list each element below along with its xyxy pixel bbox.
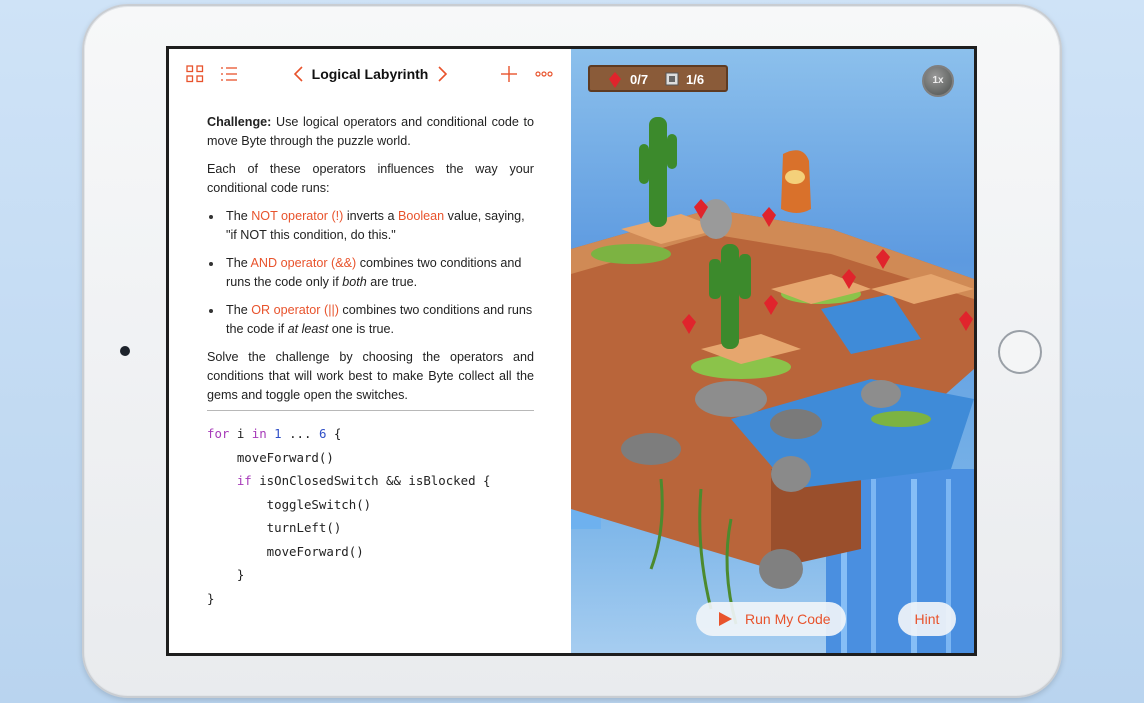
play-icon xyxy=(719,612,732,626)
instructions-pane: Logical Labyrinth Challenge: Use logical… xyxy=(169,49,571,653)
or-operator-link[interactable]: OR operator (||) xyxy=(251,303,339,317)
code-line[interactable]: moveForward() xyxy=(207,544,547,568)
code-line[interactable]: if isOnClosedSwitch && isBlocked { xyxy=(207,473,547,497)
code-line[interactable]: } xyxy=(207,591,547,615)
plus-icon[interactable] xyxy=(500,65,518,83)
not-operator-link[interactable]: NOT operator (!) xyxy=(251,209,343,223)
list-item: The AND operator (&&) combines two condi… xyxy=(207,254,534,292)
switch-count: 1/6 xyxy=(686,72,705,87)
code-line[interactable]: toggleSwitch() xyxy=(207,497,547,521)
gem-icon xyxy=(609,72,621,88)
gem-count: 0/7 xyxy=(630,72,649,87)
challenge-label: Challenge: xyxy=(207,115,272,129)
code-line[interactable]: moveForward() xyxy=(207,450,547,474)
code-editor[interactable]: for i in 1 ... 6 { moveForward() if isOn… xyxy=(207,426,547,614)
divider xyxy=(207,410,534,411)
more-icon[interactable] xyxy=(535,65,553,83)
home-button[interactable] xyxy=(998,330,1042,374)
list-item: The OR operator (||) combines two condit… xyxy=(207,301,534,339)
instructions-text: Challenge: Use logical operators and con… xyxy=(207,113,534,414)
and-operator-link[interactable]: AND operator (&&) xyxy=(251,256,357,270)
nav-bar: Logical Labyrinth xyxy=(169,49,571,99)
code-line[interactable]: for i in 1 ... 6 { xyxy=(207,426,547,450)
solve-paragraph: Solve the challenge by choosing the oper… xyxy=(207,350,534,402)
run-label: Run My Code xyxy=(745,611,831,627)
intro-paragraph: Each of these operators influences the w… xyxy=(207,162,534,195)
score-bar: 0/7 1/6 xyxy=(588,65,728,92)
code-line[interactable]: turnLeft() xyxy=(207,520,547,544)
challenge-paragraph: Challenge: Use logical operators and con… xyxy=(207,113,534,151)
code-line[interactable]: } xyxy=(207,567,547,591)
screen: Logical Labyrinth Challenge: Use logical… xyxy=(166,46,977,656)
chevron-right-icon[interactable] xyxy=(433,65,451,83)
switch-icon xyxy=(665,72,679,86)
run-my-code-button[interactable]: Run My Code xyxy=(696,602,846,636)
camera xyxy=(120,346,130,356)
puzzle-world-view[interactable]: 0/7 1/6 1x Run My Code Hint xyxy=(571,49,974,653)
operator-list: The NOT operator (!) inverts a Boolean v… xyxy=(207,207,534,339)
speed-button[interactable]: 1x xyxy=(922,65,954,97)
boolean-link[interactable]: Boolean xyxy=(398,209,444,223)
list-item: The NOT operator (!) inverts a Boolean v… xyxy=(207,207,534,245)
hint-button[interactable]: Hint xyxy=(898,602,956,636)
puzzle-world-scene xyxy=(571,117,974,653)
